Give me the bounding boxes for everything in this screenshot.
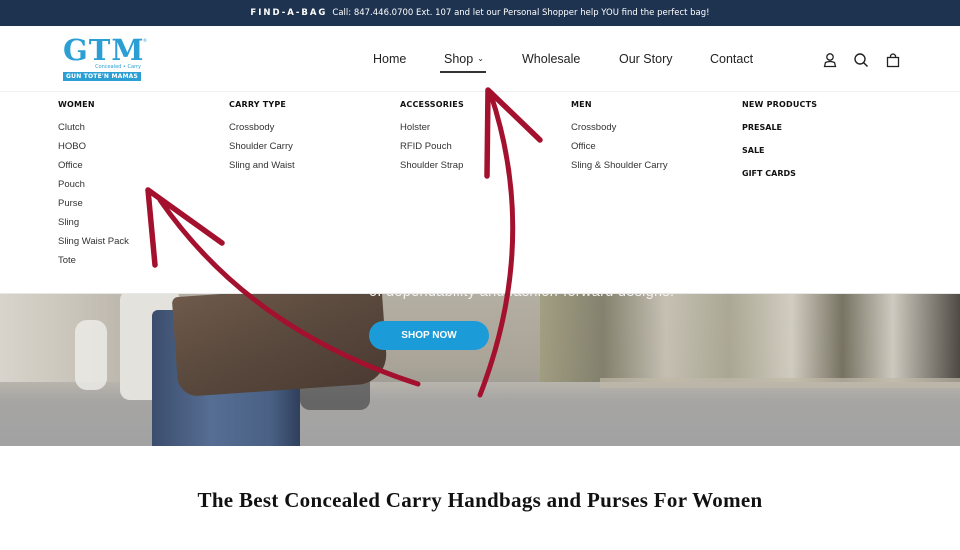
menu-link-sale[interactable]: SALE — [742, 145, 817, 168]
nav-shop[interactable]: Shop ⌄ — [440, 52, 486, 73]
nav-shop-label: Shop — [444, 52, 474, 66]
nav-home[interactable]: Home — [373, 52, 406, 66]
menu-link-sling-shoulder-carry[interactable]: Sling & Shoulder Carry — [571, 160, 668, 179]
menu-heading-women[interactable]: WOMEN — [58, 100, 129, 122]
section-title: The Best Concealed Carry Handbags and Pu… — [197, 488, 763, 512]
menu-heading-carry-type[interactable]: CARRY TYPE — [229, 100, 295, 122]
cart-icon[interactable] — [885, 52, 903, 70]
menu-link-presale[interactable]: PRESALE — [742, 122, 817, 145]
menu-link-shoulder-strap[interactable]: Shoulder Strap — [400, 160, 464, 179]
menu-column-men: MEN Crossbody Office Sling & Shoulder Ca… — [571, 100, 668, 179]
menu-column-women: WOMEN Clutch HOBO Office Pouch Purse Sli… — [58, 100, 129, 274]
menu-link-sling[interactable]: Sling — [58, 217, 129, 236]
menu-link-pouch[interactable]: Pouch — [58, 179, 129, 198]
nav-our-story-label: Our Story — [619, 52, 673, 66]
menu-link-rfid-pouch[interactable]: RFID Pouch — [400, 141, 464, 160]
site-header: GTM ® Concealed • Carry GUN TOTE'N MAMAS… — [0, 26, 960, 92]
menu-link-purse[interactable]: Purse — [58, 198, 129, 217]
announcement-text: Call: 847.446.0700 Ext. 107 and let our … — [332, 8, 710, 18]
menu-heading-men[interactable]: MEN — [571, 100, 668, 122]
nav-contact-label: Contact — [710, 52, 754, 66]
logo-band: GUN TOTE'N MAMAS — [63, 72, 141, 81]
menu-link-sling-waist-pack[interactable]: Sling Waist Pack — [58, 236, 129, 255]
announcement-kicker: FIND-A-BAG — [250, 8, 328, 18]
logo-trademark: ® — [143, 38, 147, 43]
nav-home-label: Home — [373, 52, 407, 66]
nav-wholesale[interactable]: Wholesale — [522, 52, 580, 66]
menu-link-holster[interactable]: Holster — [400, 122, 464, 141]
menu-link-men-crossbody[interactable]: Crossbody — [571, 122, 668, 141]
hero-banner: of dependability and fashion-forward des… — [0, 270, 960, 446]
chevron-down-icon: ⌄ — [477, 54, 484, 63]
menu-heading-new-products[interactable]: NEW PRODUCTS — [742, 100, 817, 122]
menu-link-hobo[interactable]: HOBO — [58, 141, 129, 160]
hero-storefront — [540, 294, 960, 384]
hero-handbag — [171, 282, 389, 398]
hero-curb — [600, 378, 960, 388]
menu-column-new-products: NEW PRODUCTS PRESALE SALE GIFT CARDS — [742, 100, 817, 191]
nav-contact[interactable]: Contact — [710, 52, 753, 66]
shop-now-button[interactable]: SHOP NOW — [369, 321, 489, 350]
logo-mark: GTM — [63, 33, 145, 67]
menu-link-crossbody[interactable]: Crossbody — [229, 122, 295, 141]
menu-link-gift-cards[interactable]: GIFT CARDS — [742, 168, 817, 191]
menu-column-carry-type: CARRY TYPE Crossbody Shoulder Carry Slin… — [229, 100, 295, 179]
logo[interactable]: GTM ® Concealed • Carry GUN TOTE'N MAMAS — [63, 33, 147, 85]
menu-link-tote[interactable]: Tote — [58, 255, 129, 274]
nav-our-story[interactable]: Our Story — [619, 52, 673, 66]
account-icon[interactable] — [822, 52, 840, 70]
menu-link-shoulder-carry[interactable]: Shoulder Carry — [229, 141, 295, 160]
announcement-bar: FIND-A-BAG Call: 847.446.0700 Ext. 107 a… — [0, 0, 960, 26]
shop-mega-menu: WOMEN Clutch HOBO Office Pouch Purse Sli… — [0, 92, 960, 294]
menu-column-accessories: ACCESSORIES Holster RFID Pouch Shoulder … — [400, 100, 464, 179]
menu-link-men-office[interactable]: Office — [571, 141, 668, 160]
search-icon[interactable] — [853, 52, 871, 70]
menu-link-clutch[interactable]: Clutch — [58, 122, 129, 141]
menu-link-sling-and-waist[interactable]: Sling and Waist — [229, 160, 295, 179]
menu-heading-accessories[interactable]: ACCESSORIES — [400, 100, 464, 122]
menu-link-office[interactable]: Office — [58, 160, 129, 179]
hero-background-person — [75, 320, 107, 390]
nav-wholesale-label: Wholesale — [522, 52, 581, 66]
